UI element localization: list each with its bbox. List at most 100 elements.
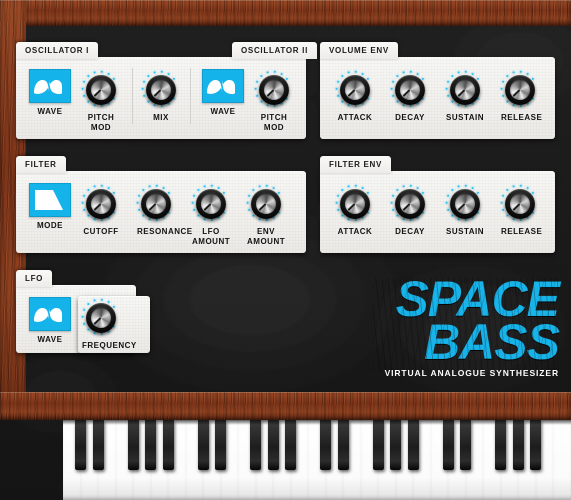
control-oscillator-mix[interactable]: MIX bbox=[141, 70, 180, 123]
piano-black-key[interactable] bbox=[215, 420, 227, 470]
piano-black-key[interactable] bbox=[530, 420, 542, 470]
knob-led bbox=[336, 80, 340, 83]
piano-black-key[interactable] bbox=[337, 420, 349, 470]
piano-black-key[interactable] bbox=[285, 420, 297, 470]
control-lfo-wave[interactable]: WAVE bbox=[29, 297, 71, 345]
control-osc1-wave[interactable]: WAVE bbox=[29, 69, 71, 117]
control-label: WAVE bbox=[37, 107, 63, 116]
knob-icon[interactable] bbox=[500, 184, 539, 223]
panel-divider-right bbox=[190, 68, 191, 124]
control-volume-release[interactable]: RELEASE bbox=[500, 70, 542, 123]
knob-led bbox=[347, 185, 350, 188]
piano-black-key[interactable] bbox=[250, 420, 262, 470]
piano-black-key[interactable] bbox=[127, 420, 139, 470]
control-filter-env-release[interactable]: RELEASE bbox=[500, 184, 542, 237]
knob-icon[interactable] bbox=[335, 184, 374, 223]
knob-icon[interactable] bbox=[81, 70, 120, 109]
piano-black-key[interactable] bbox=[512, 420, 524, 470]
piano-black-key[interactable] bbox=[92, 420, 104, 470]
knob-led bbox=[519, 218, 522, 222]
knob-led bbox=[81, 315, 84, 318]
knob-icon[interactable] bbox=[191, 184, 230, 223]
control-osc2-wave[interactable]: WAVE bbox=[202, 69, 244, 117]
knob-led bbox=[107, 186, 110, 190]
piano-black-key[interactable] bbox=[390, 420, 402, 470]
knob-led bbox=[391, 194, 395, 197]
knob-icon[interactable] bbox=[81, 298, 120, 337]
knob-icon[interactable] bbox=[254, 70, 293, 109]
control-volume-decay[interactable]: DECAY bbox=[390, 70, 429, 123]
knob-led bbox=[519, 70, 522, 73]
lowpass-filter-glyph bbox=[35, 190, 63, 210]
piano-black-key[interactable] bbox=[320, 420, 332, 470]
control-filter-env-amount[interactable]: ENV AMOUNT bbox=[246, 184, 285, 246]
knob-led bbox=[222, 191, 226, 195]
knob-icon[interactable] bbox=[390, 184, 429, 223]
knob-led bbox=[341, 74, 344, 78]
knob-icon[interactable] bbox=[246, 184, 285, 223]
piano-black-key[interactable] bbox=[162, 420, 174, 470]
control-label: WAVE bbox=[37, 335, 63, 344]
knob-led bbox=[457, 71, 460, 74]
piano-black-key[interactable] bbox=[197, 420, 209, 470]
piano-keyboard[interactable] bbox=[63, 420, 571, 500]
control-filter-env-sustain[interactable]: SUSTAIN bbox=[445, 184, 484, 237]
knob-led bbox=[258, 218, 261, 221]
control-filter-lfo-amount[interactable]: LFO AMOUNT bbox=[191, 184, 230, 246]
sine-wave-icon[interactable] bbox=[29, 69, 71, 103]
knob-icon[interactable] bbox=[81, 184, 120, 223]
sine-wave-glyph bbox=[34, 307, 62, 323]
knob-icon[interactable] bbox=[141, 70, 180, 109]
control-osc2-pitch-mod[interactable]: PITCH MOD bbox=[254, 70, 293, 132]
control-filter-mode[interactable]: MODE bbox=[29, 183, 71, 231]
knob-led bbox=[252, 214, 255, 217]
knob-led bbox=[531, 77, 535, 81]
knob-icon[interactable] bbox=[445, 184, 484, 223]
knob-led bbox=[137, 194, 141, 197]
piano-black-key[interactable] bbox=[442, 420, 454, 470]
knob-led bbox=[361, 186, 364, 190]
knob-icon[interactable] bbox=[136, 184, 175, 223]
sine-wave-icon[interactable] bbox=[202, 69, 244, 103]
piano-black-key[interactable] bbox=[75, 420, 87, 470]
piano-black-key[interactable] bbox=[267, 420, 279, 470]
knob-led bbox=[210, 184, 213, 187]
control-osc1-pitch-mod[interactable]: PITCH MOD bbox=[81, 70, 120, 132]
knob-led bbox=[501, 208, 505, 212]
knob-led bbox=[87, 188, 90, 192]
piano-black-key[interactable] bbox=[407, 420, 419, 470]
piano-black-key[interactable] bbox=[460, 420, 472, 470]
control-filter-cutoff[interactable]: CUTOFF bbox=[81, 184, 120, 237]
knob-led bbox=[390, 201, 393, 204]
panel-tab-filter-env: FILTER ENV bbox=[320, 156, 392, 173]
knob-led bbox=[210, 218, 213, 222]
knob-led bbox=[354, 184, 357, 187]
piano-black-key[interactable] bbox=[495, 420, 507, 470]
knob-icon[interactable] bbox=[500, 70, 539, 109]
knob-led bbox=[87, 302, 90, 306]
knob-led bbox=[160, 70, 163, 73]
lowpass-filter-icon[interactable] bbox=[29, 183, 71, 217]
knob-led bbox=[446, 80, 450, 83]
knob-led bbox=[336, 94, 340, 98]
piano-black-key[interactable] bbox=[372, 420, 384, 470]
piano-black-key[interactable] bbox=[145, 420, 157, 470]
control-filter-resonance[interactable]: RESONANCE bbox=[136, 184, 192, 237]
knob-led bbox=[476, 191, 480, 195]
knob-icon[interactable] bbox=[335, 70, 374, 109]
knob-led bbox=[354, 218, 357, 222]
control-filter-env-decay[interactable]: DECAY bbox=[390, 184, 429, 237]
control-filter-env-attack[interactable]: ATTACK bbox=[335, 184, 374, 237]
piano-white-key[interactable] bbox=[553, 420, 571, 500]
control-volume-attack[interactable]: ATTACK bbox=[335, 70, 374, 123]
control-label: FREQUENCY bbox=[82, 341, 137, 350]
knob-icon[interactable] bbox=[445, 70, 484, 109]
sine-wave-icon[interactable] bbox=[29, 297, 71, 331]
knob-led bbox=[93, 332, 96, 335]
control-volume-sustain[interactable]: SUSTAIN bbox=[445, 70, 484, 123]
control-lfo-frequency[interactable]: FREQUENCY bbox=[81, 298, 137, 351]
knob-led bbox=[197, 214, 200, 217]
knob-led bbox=[409, 70, 412, 73]
knob-icon[interactable] bbox=[390, 70, 429, 109]
knob-led bbox=[341, 100, 344, 103]
